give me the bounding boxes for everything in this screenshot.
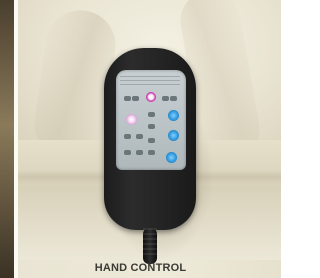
small-button [124, 150, 131, 155]
small-button [136, 150, 143, 155]
blue-button [168, 130, 179, 141]
blue-button [166, 152, 177, 163]
left-edge-strip [0, 0, 14, 278]
pink-button [126, 114, 137, 125]
small-button [124, 134, 131, 139]
small-button [148, 138, 155, 143]
small-button [124, 96, 131, 101]
product-photo: HAND CONTROL [0, 0, 281, 278]
small-button [136, 134, 143, 139]
power-icon [146, 92, 156, 102]
small-button [162, 96, 169, 101]
small-button [170, 96, 177, 101]
image-caption: HAND CONTROL [94, 262, 187, 274]
small-button [148, 112, 155, 117]
small-button [148, 150, 155, 155]
panel-printed-legend [120, 76, 180, 88]
cable-strain-relief [143, 228, 157, 258]
small-button [148, 124, 155, 129]
small-button [132, 96, 139, 101]
blue-button [168, 110, 179, 121]
